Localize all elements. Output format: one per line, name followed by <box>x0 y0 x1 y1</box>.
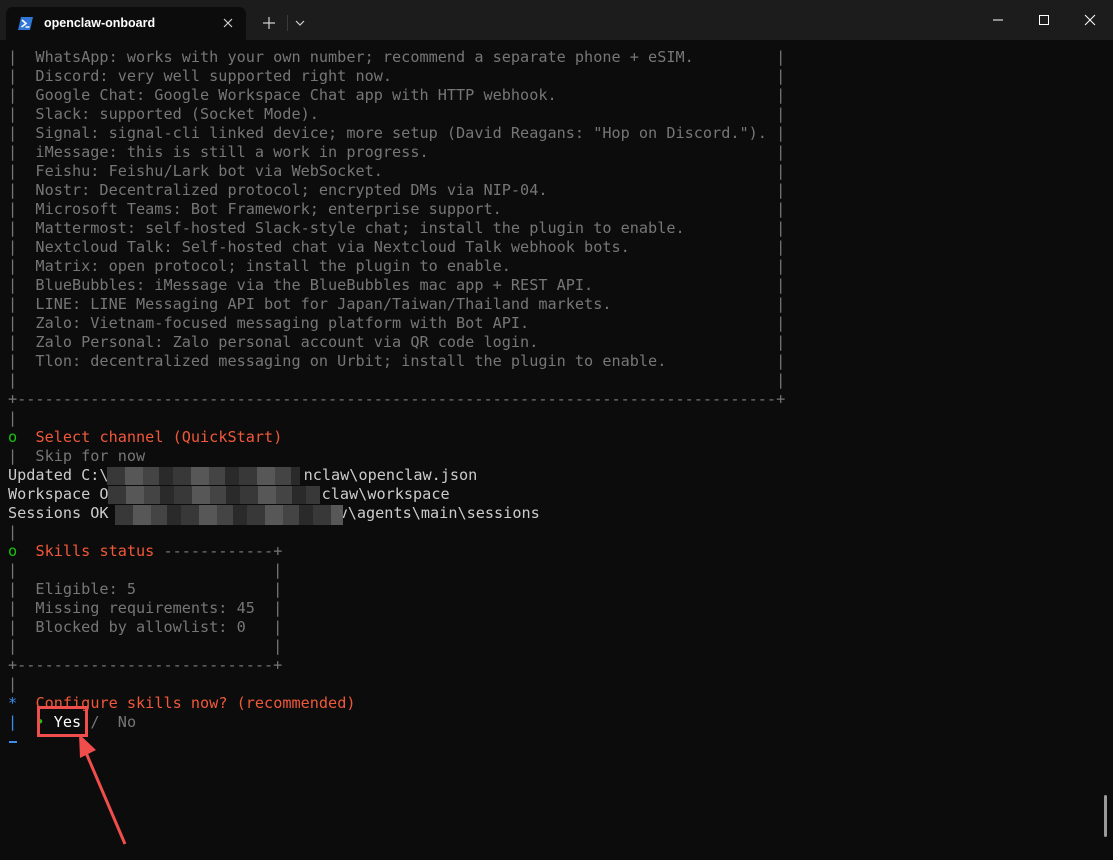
channel-line: | BlueBubbles: iMessage via the BlueBubb… <box>8 276 786 294</box>
channel-line: | WhatsApp: works with your own number; … <box>8 48 786 66</box>
maximize-icon[interactable] <box>1021 0 1067 40</box>
redacted-path <box>108 486 320 504</box>
channel-line: | Tlon: decentralized messaging on Urbit… <box>8 352 786 370</box>
skills-status-heading: o Skills status ------------+ <box>8 542 283 560</box>
channel-line: | Feishu: Feishu/Lark bot via WebSocket.… <box>8 162 786 180</box>
powershell-icon <box>18 17 33 30</box>
skills-line: | | <box>8 561 283 579</box>
select-channel-title: Select channel (QuickStart) <box>35 428 283 446</box>
box-pipe: | <box>8 409 18 427</box>
chevron-down-icon[interactable] <box>292 15 308 31</box>
no-option[interactable]: No <box>118 713 136 731</box>
toolbar-divider <box>287 15 288 31</box>
skills-line: | | <box>8 637 283 655</box>
channel-line: | Zalo Personal: Zalo personal account v… <box>8 333 786 351</box>
new-tab-icon[interactable] <box>259 13 279 33</box>
terminal-output[interactable]: | WhatsApp: works with your own number; … <box>0 40 1113 854</box>
title-bar: openclaw-onboard <box>0 0 1113 40</box>
close-window-icon[interactable] <box>1067 0 1113 40</box>
prompt-marker: * <box>8 694 18 712</box>
channel-line: | Google Chat: Google Workspace Chat app… <box>8 86 786 104</box>
channel-line: | Zalo: Vietnam-focused messaging platfo… <box>8 314 786 332</box>
box-border: +----------------------------+ <box>8 656 283 674</box>
channel-line: | iMessage: this is still a work in prog… <box>8 143 786 161</box>
channel-line: | | <box>8 371 786 389</box>
channel-line: | Slack: supported (Socket Mode). | <box>8 105 786 123</box>
skills-line: | Missing requirements: 45 | <box>8 599 283 617</box>
channel-line: | Nostr: Decentralized protocol; encrypt… <box>8 181 786 199</box>
skills-status-title: Skills status <box>35 542 155 560</box>
box-pipe: | <box>8 523 18 541</box>
close-tab-icon[interactable] <box>220 15 236 31</box>
select-channel-heading: o Select channel (QuickStart) <box>8 428 282 447</box>
step-marker: o <box>8 542 18 560</box>
box-pipe: | <box>8 675 18 693</box>
redacted-path <box>115 505 343 525</box>
channel-line: | Discord: very well supported right now… <box>8 67 786 85</box>
channel-line: | Nextcloud Talk: Self-hosted chat via N… <box>8 238 786 256</box>
terminal-tab[interactable]: openclaw-onboard <box>6 7 246 40</box>
channel-line: | Microsoft Teams: Bot Framework; enterp… <box>8 200 786 218</box>
minimize-icon[interactable] <box>975 0 1021 40</box>
skills-line: | Blocked by allowlist: 0 | <box>8 618 283 636</box>
box-border: +---------------------------------------… <box>8 390 786 408</box>
text-cursor <box>9 741 17 743</box>
scrollbar-thumb[interactable] <box>1104 795 1107 837</box>
channel-line: | LINE: LINE Messaging API bot for Japan… <box>8 295 786 313</box>
tab-title: openclaw-onboard <box>44 16 156 30</box>
annotation-arrow-icon <box>79 734 127 845</box>
channel-line: | Mattermost: self-hosted Slack-style ch… <box>8 219 786 237</box>
step-marker: o <box>8 428 18 446</box>
channel-line: | Signal: signal-cli linked device; more… <box>8 124 786 142</box>
skills-line: | Eligible: 5 | <box>8 580 283 598</box>
select-channel-choice: | Skip for now <box>8 447 146 465</box>
redacted-path <box>107 467 300 485</box>
channel-line: | Matrix: open protocol; install the plu… <box>8 257 786 275</box>
